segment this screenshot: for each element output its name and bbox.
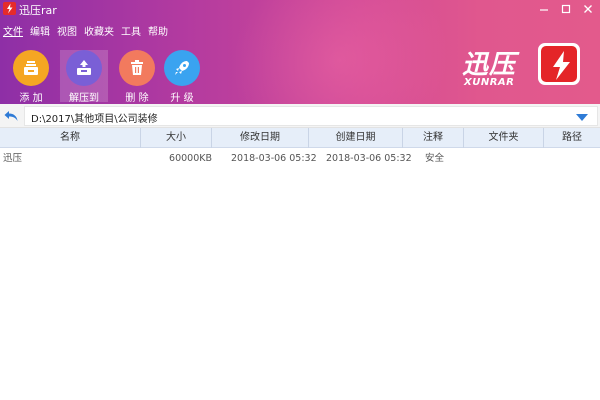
cell-size: 60000KB [169, 153, 212, 164]
lightning-logo-icon [538, 43, 580, 85]
column-header: 名称 大小 修改日期 创建日期 注释 文件夹 路径 [0, 128, 600, 148]
trash-icon [119, 50, 155, 86]
column-name[interactable]: 名称 [0, 128, 141, 148]
brand-name-en: XUNRAR [464, 77, 515, 88]
extract-to-button[interactable]: 解压到 [60, 50, 108, 104]
rocket-icon [164, 50, 200, 86]
delete-button[interactable]: 删 除 [113, 50, 161, 104]
table-row[interactable]: 迅压 60000KB 2018-03-06 05:32 2018-03-06 0… [0, 150, 600, 167]
menu-help[interactable]: 帮助 [148, 26, 168, 40]
cell-modified: 2018-03-06 05:32 [231, 153, 317, 164]
brand-name-cn: 迅压 [462, 50, 517, 80]
upgrade-label: 升 级 [170, 93, 194, 104]
cell-created: 2018-03-06 05:32 [326, 153, 412, 164]
cell-name: 迅压 [3, 153, 23, 164]
close-button[interactable] [578, 1, 598, 17]
menu-bar: 文件 编辑 视图 收藏夹 工具 帮助 [0, 26, 172, 40]
extract-to-label: 解压到 [69, 93, 99, 104]
menu-edit[interactable]: 编辑 [30, 26, 50, 40]
column-folder[interactable]: 文件夹 [464, 128, 544, 148]
cell-note: 安全 [425, 153, 445, 164]
title-bar: 迅压rar [0, 0, 600, 18]
app-logo-icon [3, 2, 16, 15]
upgrade-button[interactable]: 升 级 [158, 50, 206, 104]
chevron-down-icon[interactable] [575, 112, 589, 122]
column-modified[interactable]: 修改日期 [212, 128, 309, 148]
minimize-button[interactable] [534, 1, 554, 17]
menu-file[interactable]: 文件 [3, 26, 23, 40]
extract-icon [66, 50, 102, 86]
path-input[interactable]: D:\2017\其他项目\公司装修 [24, 106, 598, 126]
column-size[interactable]: 大小 [141, 128, 212, 148]
add-button[interactable]: 添 加 [7, 50, 55, 104]
back-arrow-icon[interactable] [3, 108, 19, 124]
menu-favorites[interactable]: 收藏夹 [84, 26, 114, 40]
column-created[interactable]: 创建日期 [309, 128, 403, 148]
menu-tools[interactable]: 工具 [121, 26, 141, 40]
maximize-button[interactable] [556, 1, 576, 17]
path-value: D:\2017\其他项目\公司装修 [31, 114, 158, 125]
archive-add-icon [13, 50, 49, 86]
address-bar: D:\2017\其他项目\公司装修 [0, 104, 600, 128]
add-label: 添 加 [19, 93, 43, 104]
brand-logo: 迅压 XUNRAR [462, 43, 592, 92]
column-note[interactable]: 注释 [403, 128, 464, 148]
header-banner: 迅压rar 文件 编辑 视图 收藏夹 工具 帮助 添 加 解压到 删 除 升 级… [0, 0, 600, 104]
menu-view[interactable]: 视图 [57, 26, 77, 40]
column-path[interactable]: 路径 [544, 128, 600, 148]
delete-label: 删 除 [125, 93, 149, 104]
window-title: 迅压rar [19, 4, 57, 17]
